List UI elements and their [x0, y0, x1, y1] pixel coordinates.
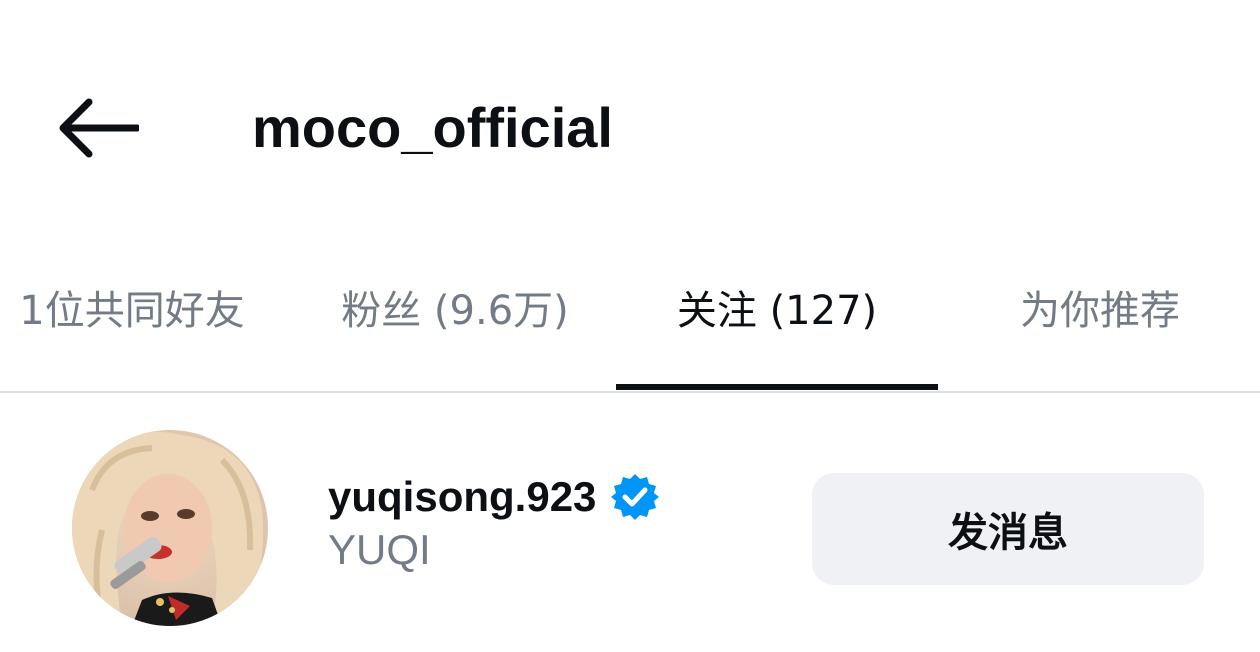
top-bar: moco_official	[0, 0, 1260, 250]
full-name: YUQI	[328, 526, 431, 573]
tab-mutual-friends[interactable]: 1位共同好友	[14, 268, 250, 354]
tab-followers[interactable]: 粉丝 (9.6万)	[330, 268, 580, 354]
avatar-image	[72, 430, 268, 626]
tabs-divider	[0, 391, 1260, 393]
verified-badge-icon	[611, 474, 660, 520]
tab-following[interactable]: 关注 (127)	[616, 268, 938, 354]
arrow-left-icon	[59, 98, 139, 158]
avatar[interactable]	[72, 430, 268, 626]
back-button[interactable]	[50, 90, 146, 166]
active-tab-indicator	[616, 384, 938, 390]
page-title: moco_official	[252, 96, 613, 159]
tab-suggested[interactable]: 为你推荐	[1008, 268, 1192, 354]
message-button[interactable]: 发消息	[812, 473, 1204, 585]
tab-bar: 1位共同好友 粉丝 (9.6万) 关注 (127) 为你推荐	[0, 268, 1260, 394]
username: yuqisong.923	[328, 473, 597, 520]
username-link[interactable]: yuqisong.923	[328, 472, 660, 522]
list-item: yuqisong.923 YUQI 发消息	[0, 420, 1260, 640]
